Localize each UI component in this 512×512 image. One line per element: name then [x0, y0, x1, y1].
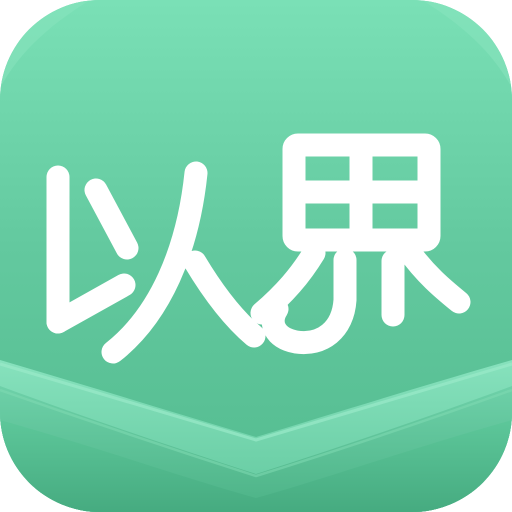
app-icon[interactable] — [0, 0, 512, 512]
app-icon-artwork — [0, 0, 512, 512]
